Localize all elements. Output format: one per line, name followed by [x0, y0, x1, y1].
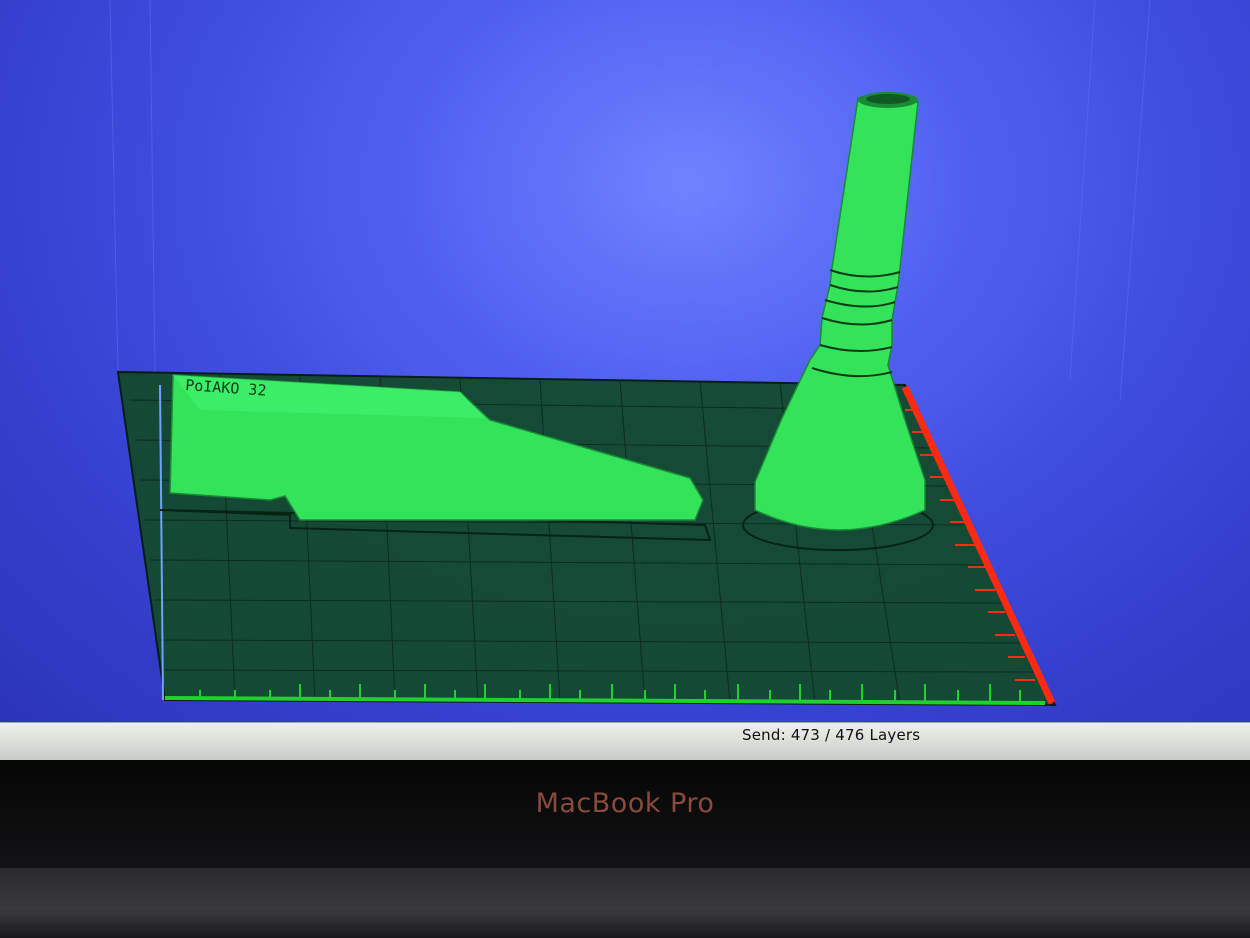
- layers-unit: Layers: [869, 726, 921, 744]
- layers-done: 473: [790, 726, 821, 744]
- layers-total: 476: [835, 726, 865, 744]
- print-preview-canvas[interactable]: PoIAKO 32: [0, 0, 1250, 730]
- laptop-brand-label: MacBook Pro: [535, 788, 715, 819]
- layer-progress-status: Send: 473 / 476 Layers: [742, 726, 921, 744]
- 3d-viewport-screen[interactable]: PoIAKO 32: [0, 0, 1250, 730]
- laptop-bezel-edge: [0, 868, 1250, 938]
- status-bar: [0, 722, 1250, 761]
- background-guide-lines: [109, 0, 1151, 401]
- mouthpiece-model[interactable]: [742, 92, 934, 551]
- send-label: Send:: [742, 726, 786, 744]
